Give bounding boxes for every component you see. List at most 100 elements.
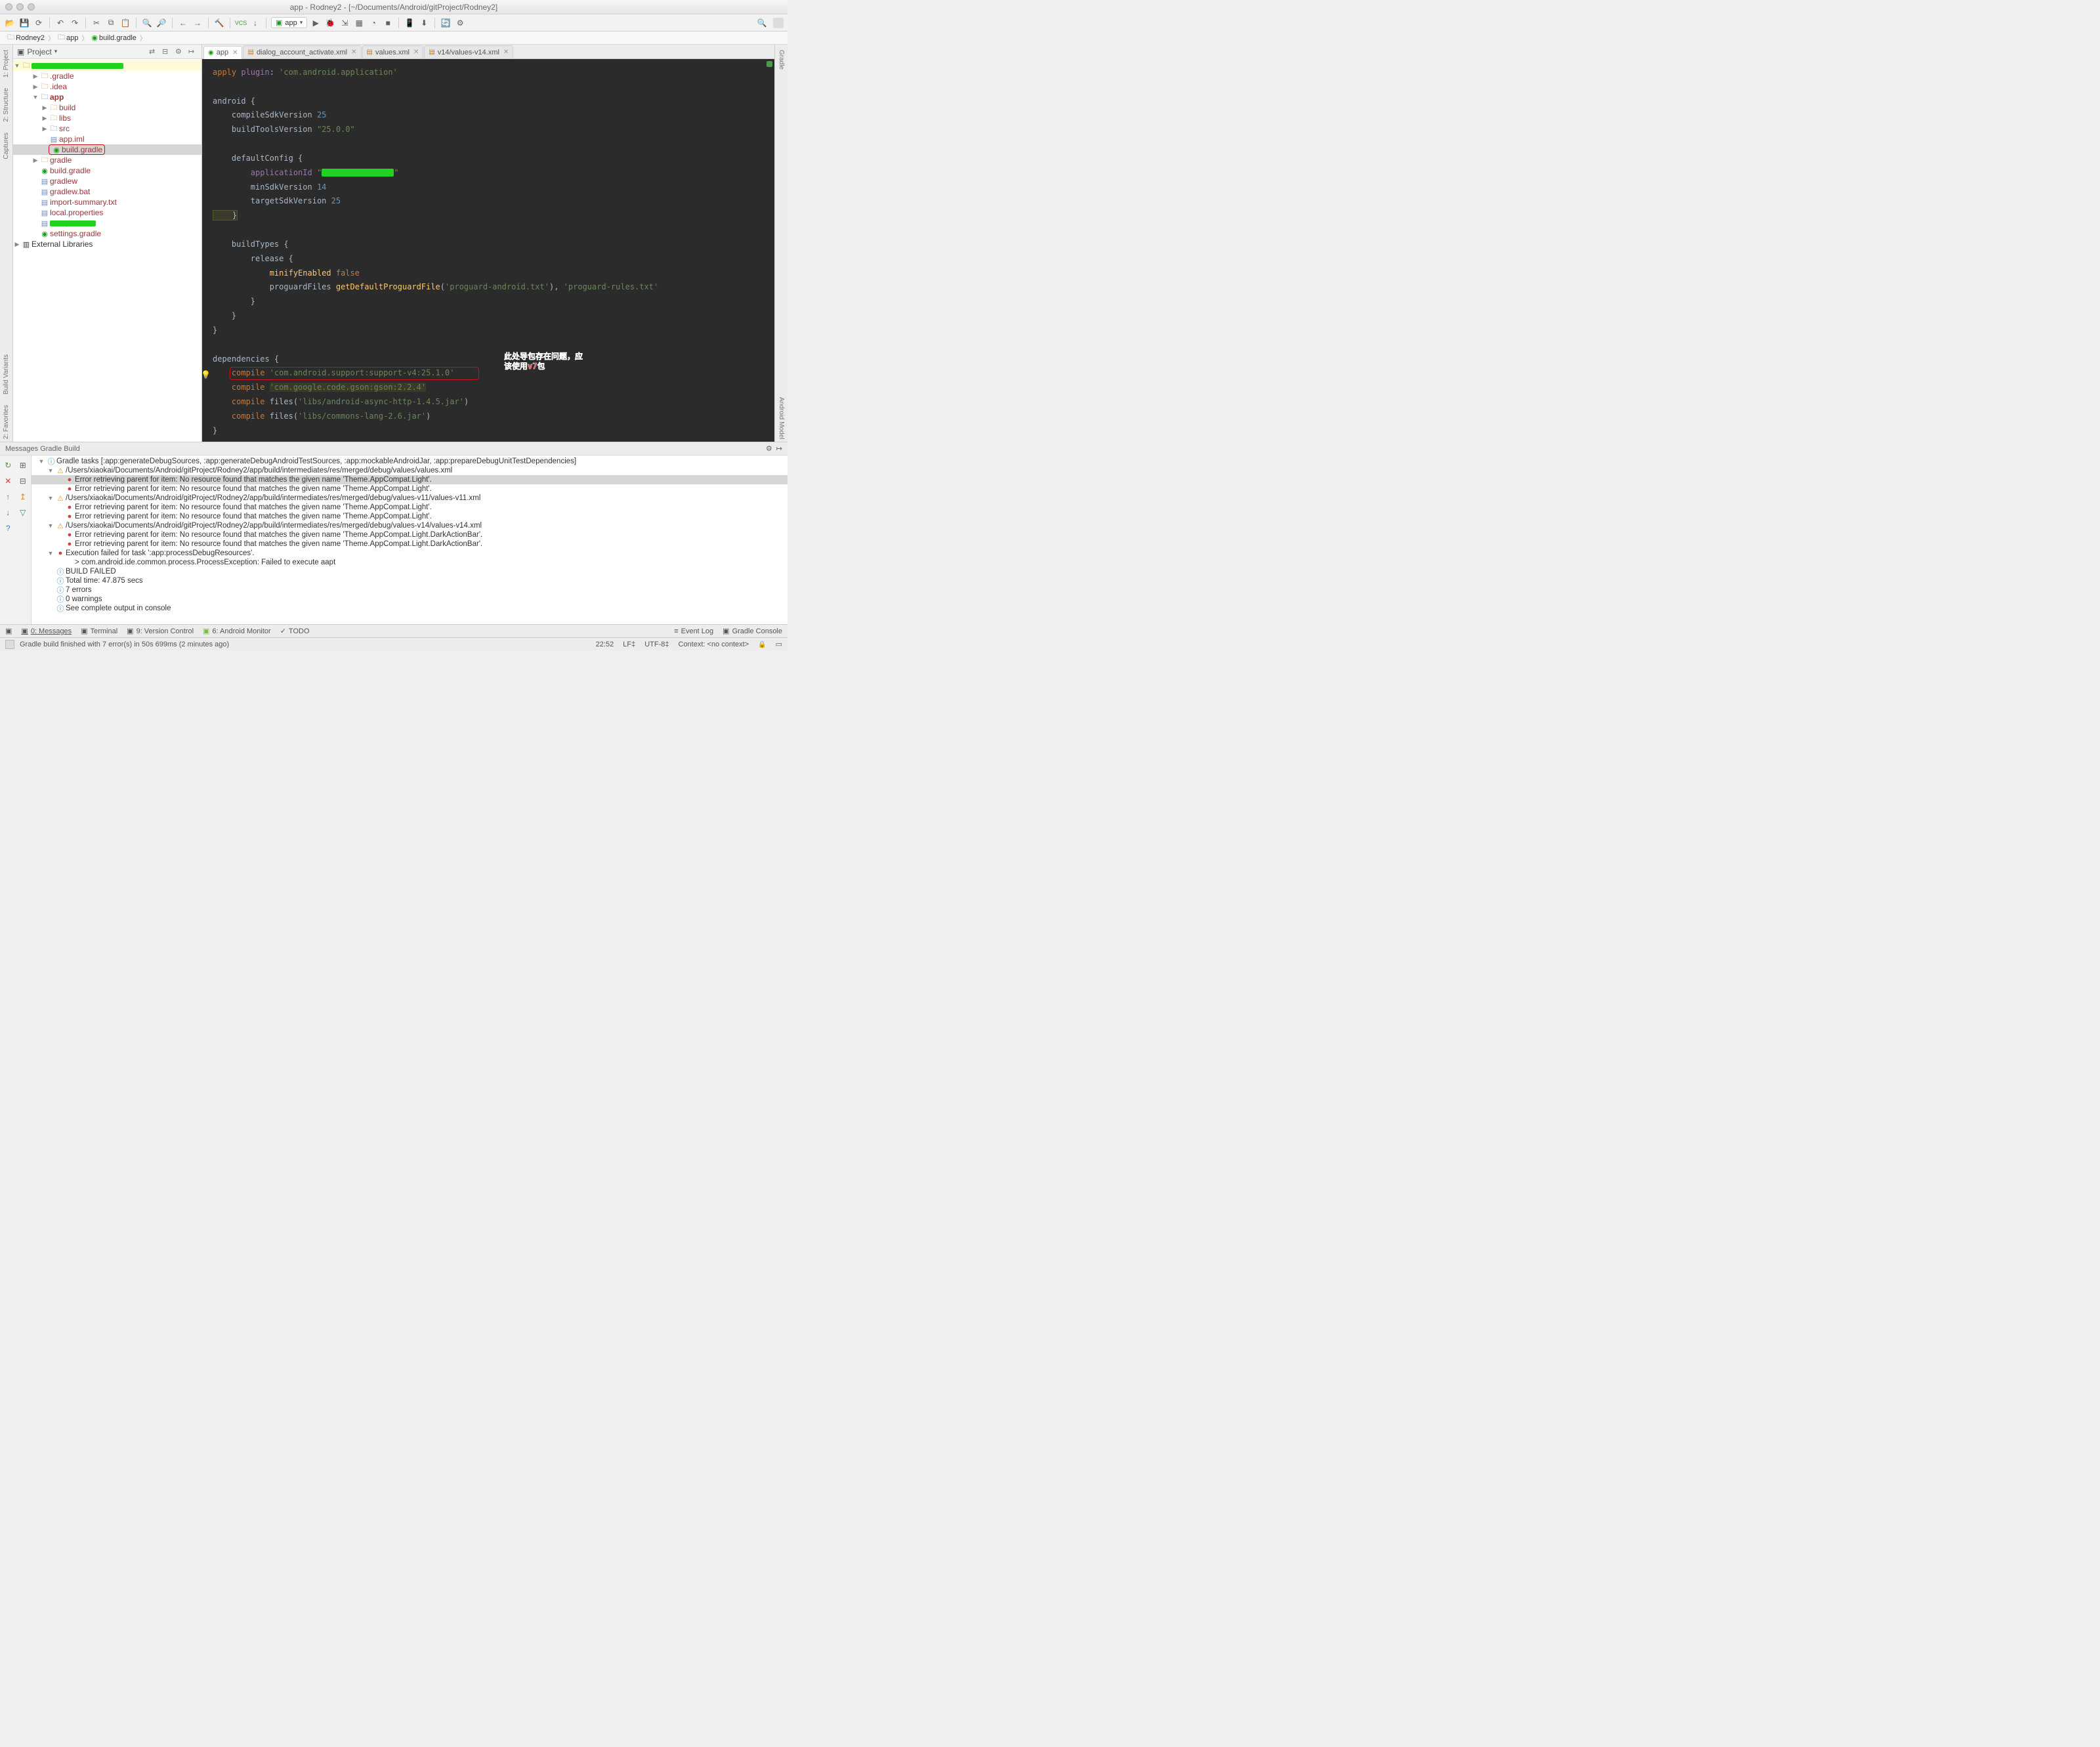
collapse-all-icon[interactable]: ⊟ <box>162 47 171 56</box>
close-tab-icon[interactable]: ✕ <box>503 49 509 56</box>
run-config-selector[interactable]: ▣ app ▾ <box>271 17 307 28</box>
sdk-manager-icon[interactable]: ⬇ <box>418 17 430 29</box>
message-row[interactable]: ●Error retrieving parent for item: No re… <box>32 539 788 549</box>
messages-tree[interactable]: ▼ⓘGradle tasks [:app:generateDebugSource… <box>32 455 788 624</box>
down-icon[interactable]: ↓ <box>1 505 15 520</box>
breadcrumb-file[interactable]: ◉ build.gradle <box>89 33 138 43</box>
editor-tab[interactable]: ▤values.xml✕ <box>362 45 424 58</box>
message-row[interactable]: ▼⚠/Users/xiaokai/Documents/Android/gitPr… <box>32 494 788 503</box>
event-log-tab[interactable]: ≡Event Log <box>674 627 713 635</box>
editor-tab[interactable]: ▤dialog_account_activate.xml✕ <box>243 45 361 58</box>
message-row[interactable]: ●Error retrieving parent for item: No re… <box>32 512 788 521</box>
gradle-tool-button[interactable]: Gradle <box>778 47 785 72</box>
lock-icon[interactable] <box>758 641 766 648</box>
find-icon[interactable]: 🔍 <box>141 17 153 29</box>
run-button[interactable]: ▶ <box>310 17 322 29</box>
search-everywhere-icon[interactable]: 🔍 <box>756 17 768 29</box>
caret-position[interactable]: 22:52 <box>596 641 614 648</box>
message-row[interactable]: ⓘTotal time: 47.875 secs <box>32 576 788 585</box>
help-icon[interactable]: ? <box>1 521 15 536</box>
android-monitor-tab[interactable]: ▣6: Android Monitor <box>203 627 271 635</box>
message-row[interactable]: ⓘBUILD FAILED <box>32 567 788 576</box>
debug-button[interactable]: 🐞 <box>324 17 336 29</box>
message-row[interactable]: ▼⚠/Users/xiaokai/Documents/Android/gitPr… <box>32 466 788 475</box>
message-row[interactable]: ⓘ7 errors <box>32 585 788 595</box>
stop-icon[interactable]: ■ <box>382 17 394 29</box>
build-icon[interactable]: 🔨 <box>213 17 225 29</box>
todo-tab[interactable]: ✓TODO <box>280 627 310 635</box>
file-encoding[interactable]: UTF-8‡ <box>644 641 669 648</box>
code-editor[interactable]: apply plugin: 'com.android.application' … <box>202 59 774 442</box>
tree-item[interactable]: ▼🗀app <box>13 92 201 102</box>
attach-debugger-icon[interactable]: ⇲ <box>339 17 350 29</box>
sync-icon[interactable]: ⟳ <box>33 17 45 29</box>
copy-icon[interactable]: ⧉ <box>105 17 117 29</box>
tree-item[interactable]: ▤app.iml <box>13 134 201 144</box>
status-bar-icon[interactable] <box>5 640 14 649</box>
tree-item[interactable]: ▶🗀build <box>13 102 201 113</box>
intention-bulb-icon[interactable]: 💡 <box>202 368 211 383</box>
tree-item[interactable]: ▶🗀src <box>13 123 201 134</box>
expand-all-icon[interactable]: ⊞ <box>16 458 30 473</box>
messages-tab[interactable]: ▣0: Messages <box>21 627 72 635</box>
message-row[interactable]: ⓘSee complete output in console <box>32 604 788 613</box>
project-structure-icon[interactable]: ⚙ <box>454 17 466 29</box>
filter-icon[interactable]: ▽ <box>16 505 30 520</box>
project-tool-button[interactable]: 1: Project <box>3 47 10 80</box>
structure-tool-button[interactable]: 2: Structure <box>3 85 10 125</box>
message-row[interactable]: ●Error retrieving parent for item: No re… <box>32 503 788 512</box>
scroll-from-source-icon[interactable]: ⇄ <box>149 47 158 56</box>
message-row[interactable]: ●Error retrieving parent for item: No re… <box>32 475 788 484</box>
tool-window-quick-access-icon[interactable]: ▣ <box>5 627 12 635</box>
tree-item[interactable]: ◉build.gradle <box>13 165 201 176</box>
redo-icon[interactable]: ↷ <box>69 17 81 29</box>
paste-icon[interactable]: 📋 <box>119 17 131 29</box>
settings-gear-icon[interactable]: ⚙ <box>766 444 772 453</box>
tree-item[interactable]: ▶🗀libs <box>13 113 201 123</box>
open-file-icon[interactable]: 📂 <box>4 17 16 29</box>
close-tab-icon[interactable]: ✕ <box>413 49 419 56</box>
export-icon[interactable]: ↥ <box>16 490 30 504</box>
project-view-selector[interactable]: ▣ Project ▾ <box>17 47 145 56</box>
version-control-tab[interactable]: ▣9: Version Control <box>127 627 194 635</box>
gradle-console-tab[interactable]: ▣Gradle Console <box>723 627 782 635</box>
back-icon[interactable]: ← <box>177 17 189 29</box>
hide-tool-window-icon[interactable]: ↦ <box>188 47 198 56</box>
user-avatar-icon[interactable] <box>773 18 784 28</box>
avd-manager-icon[interactable]: 📱 <box>404 17 415 29</box>
memory-indicator-icon[interactable]: ▭ <box>776 640 782 648</box>
project-tree[interactable]: ▼🗀▶🗀.gradle▶🗀.idea▼🗀app▶🗀build▶🗀libs▶🗀sr… <box>13 59 201 442</box>
tree-item[interactable]: ▤ <box>13 218 201 228</box>
forward-icon[interactable]: → <box>192 17 203 29</box>
message-row[interactable]: ▼●Execution failed for task ':app:proces… <box>32 549 788 558</box>
undo-icon[interactable]: ↶ <box>54 17 66 29</box>
tree-item[interactable]: ▤local.properties <box>13 207 201 218</box>
editor-tab[interactable]: ◉app✕ <box>203 46 242 59</box>
profile-icon[interactable]: ◔ <box>368 17 379 29</box>
tree-item[interactable]: ▤gradlew.bat <box>13 186 201 197</box>
terminal-tab[interactable]: ▣Terminal <box>81 627 117 635</box>
message-row[interactable]: ▼ⓘGradle tasks [:app:generateDebugSource… <box>32 457 788 466</box>
close-tab-icon[interactable]: ✕ <box>351 49 356 56</box>
captures-tool-button[interactable]: Captures <box>3 130 10 162</box>
rerun-icon[interactable]: ↻ <box>1 458 15 473</box>
editor-tab[interactable]: ▤v14/values-v14.xml✕ <box>424 45 513 58</box>
tree-item[interactable]: ▶🗀gradle <box>13 155 201 165</box>
message-row[interactable]: ▼⚠/Users/xiaokai/Documents/Android/gitPr… <box>32 521 788 530</box>
message-row[interactable]: ●Error retrieving parent for item: No re… <box>32 530 788 539</box>
favorites-tool-button[interactable]: 2: Favorites <box>3 402 10 442</box>
message-row[interactable]: ⓘ0 warnings <box>32 595 788 604</box>
tree-external-libs[interactable]: ▶▥External Libraries <box>13 239 201 249</box>
context-indicator[interactable]: Context: <no context> <box>679 641 749 648</box>
breadcrumb-module[interactable]: 🗀 app <box>56 31 80 45</box>
message-row[interactable]: > com.android.ide.common.process.Process… <box>32 558 788 567</box>
coverage-icon[interactable]: ▦ <box>353 17 365 29</box>
vcs-dropdown-icon[interactable]: ↓ <box>249 17 261 29</box>
up-icon[interactable]: ↑ <box>1 490 15 504</box>
android-model-tool-button[interactable]: Android Model <box>778 394 785 442</box>
tree-item[interactable]: ▤import-summary.txt <box>13 197 201 207</box>
sync-gradle-icon[interactable]: 🔄 <box>440 17 452 29</box>
replace-icon[interactable]: 🔎 <box>156 17 167 29</box>
inspection-status-icon[interactable] <box>766 61 772 67</box>
cut-icon[interactable]: ✂ <box>91 17 102 29</box>
